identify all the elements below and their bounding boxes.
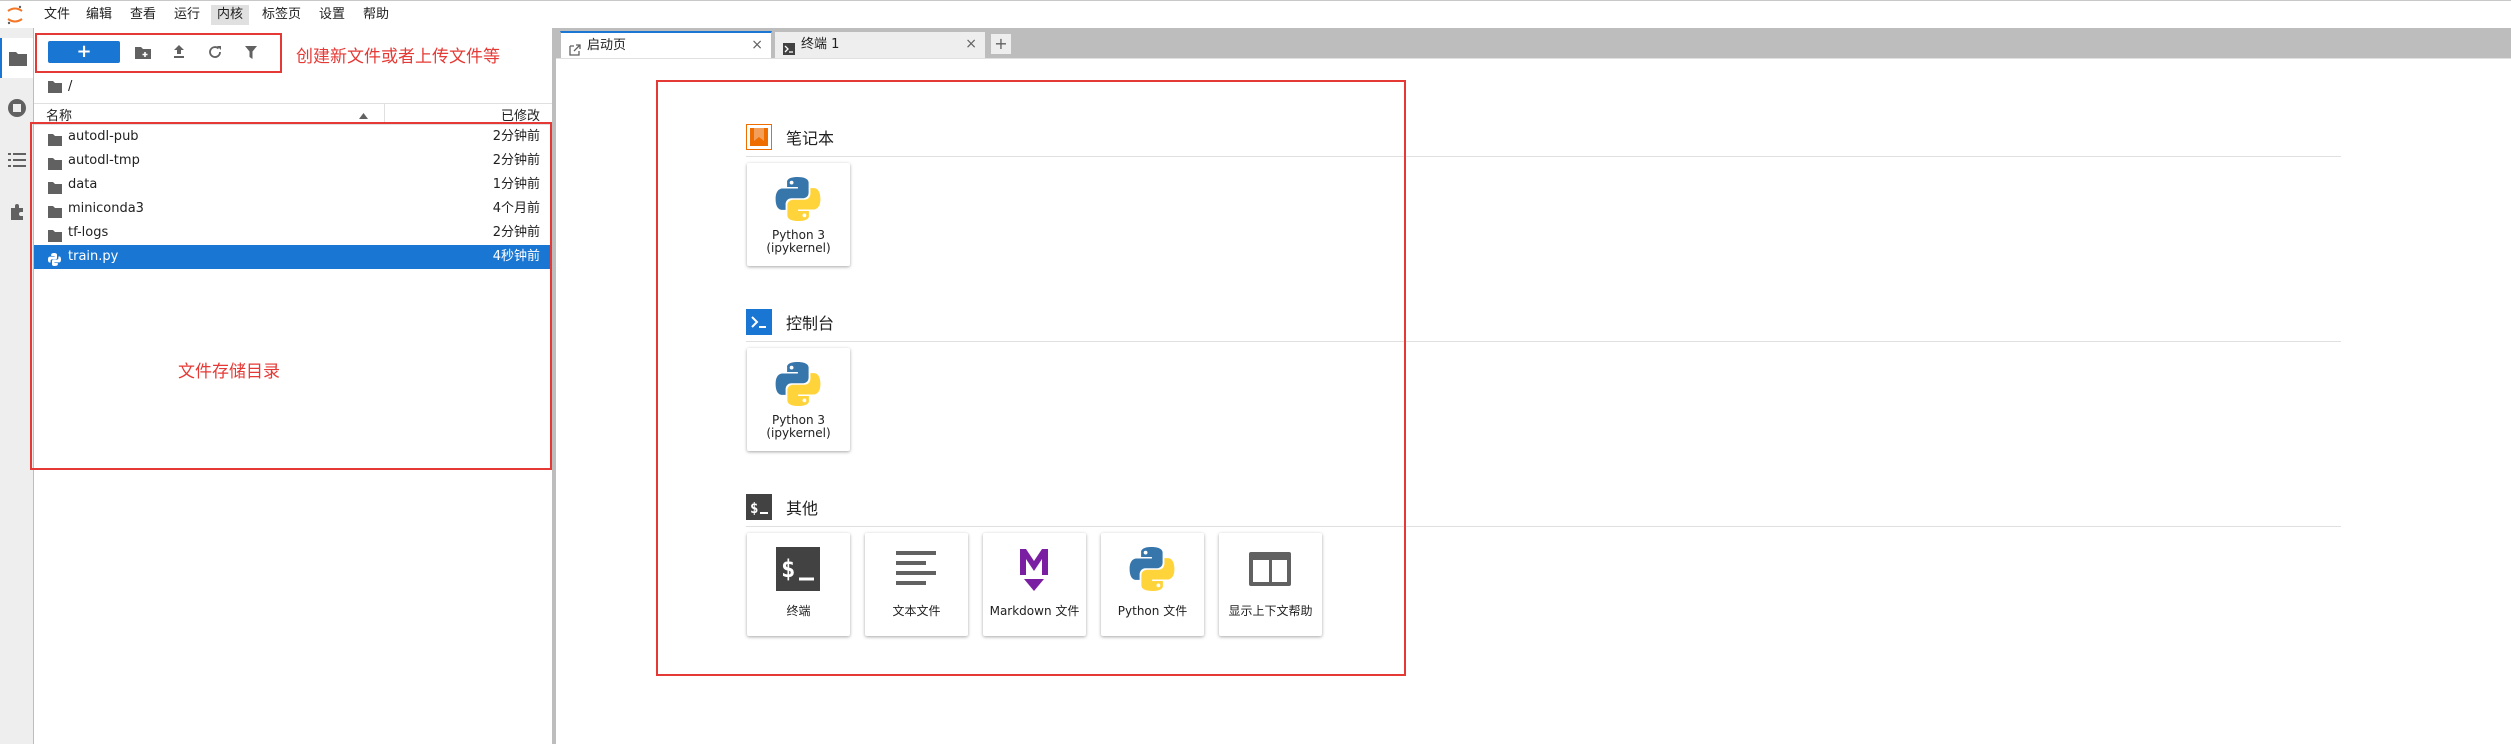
breadcrumb: / bbox=[48, 76, 72, 98]
sort-ascending-icon bbox=[359, 108, 368, 123]
extensions-tab[interactable] bbox=[0, 192, 33, 232]
tab-close-button[interactable]: × bbox=[751, 33, 763, 58]
tab-label: 终端 1 bbox=[801, 37, 840, 52]
activity-sidebar bbox=[0, 28, 34, 744]
folder-icon bbox=[8, 51, 27, 66]
menu-settings[interactable]: 设置 bbox=[313, 5, 351, 25]
tab-close-button[interactable]: × bbox=[965, 32, 977, 57]
menu-help[interactable]: 帮助 bbox=[357, 5, 395, 25]
menu-tabs[interactable]: 标签页 bbox=[256, 5, 307, 25]
add-tab-button[interactable]: + bbox=[990, 33, 1012, 55]
menu-kernel[interactable]: 内核 bbox=[211, 5, 250, 25]
table-of-contents-icon bbox=[7, 153, 26, 167]
tab-label: 启动页 bbox=[587, 38, 627, 53]
running-sessions-tab[interactable] bbox=[0, 88, 33, 128]
annotation-toolbar-note: 创建新文件或者上传文件等 bbox=[296, 47, 500, 67]
annotation-files-note: 文件存储目录 bbox=[178, 362, 280, 382]
annotation-box-toolbar bbox=[35, 33, 282, 73]
launcher-icon bbox=[569, 40, 581, 56]
tab-terminal-1[interactable]: 终端 1 × bbox=[774, 31, 986, 58]
menubar: 文件 编辑 查看 运行 内核 标签页 设置 帮助 bbox=[0, 1, 2511, 29]
terminal-icon bbox=[783, 39, 795, 55]
menu-view[interactable]: 查看 bbox=[124, 5, 162, 25]
running-icon bbox=[7, 99, 26, 117]
breadcrumb-path[interactable]: / bbox=[68, 76, 72, 98]
folder-icon[interactable] bbox=[48, 81, 62, 93]
annotation-box-launcher bbox=[656, 80, 1406, 676]
file-browser-tab[interactable] bbox=[0, 38, 33, 78]
menu-file[interactable]: 文件 bbox=[38, 5, 76, 25]
tab-launcher[interactable]: 启动页 × bbox=[560, 31, 772, 59]
annotation-box-files bbox=[30, 122, 552, 470]
tab-bar: 启动页 × 终端 1 × + bbox=[556, 28, 2511, 59]
menu-run[interactable]: 运行 bbox=[168, 5, 206, 25]
table-of-contents-tab[interactable] bbox=[0, 140, 33, 180]
menu-edit[interactable]: 编辑 bbox=[80, 5, 118, 25]
extension-icon bbox=[10, 204, 23, 220]
jupyter-logo-icon bbox=[6, 5, 24, 25]
